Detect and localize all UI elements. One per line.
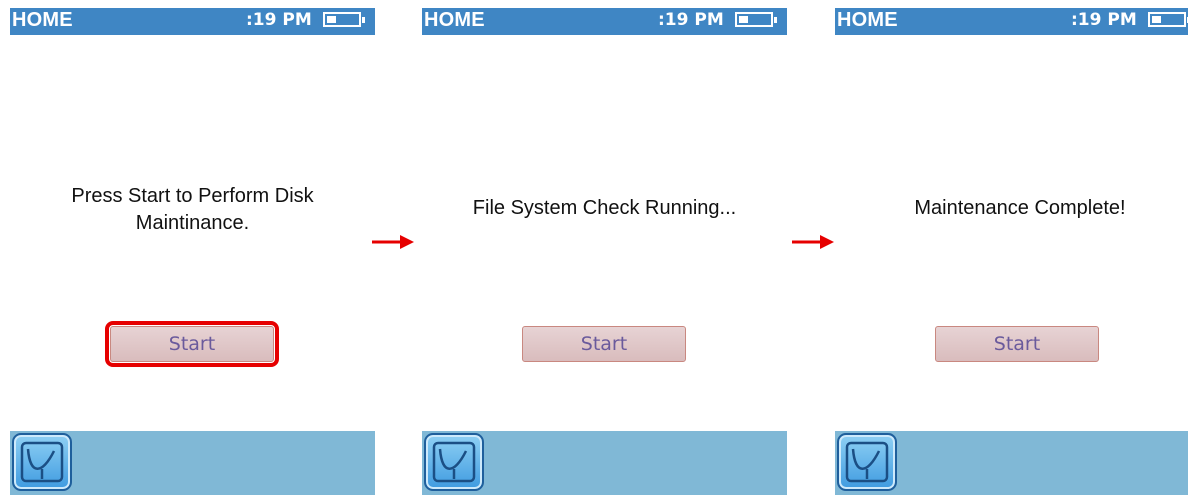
message-line-2: Maintinance.: [135, 212, 250, 234]
status-message: Maintenance Complete!: [914, 197, 1126, 219]
status-bar: HOME :19 PM: [835, 8, 1188, 35]
device-screen-2: HOME :19 PM File System Check Running...…: [422, 8, 787, 495]
app-launcher-icon[interactable]: [424, 433, 484, 491]
home-title: HOME: [12, 9, 73, 31]
device-screen-1: HOME :19 PM Press Start to Perform Disk …: [10, 8, 375, 495]
bottom-bar: [422, 431, 787, 495]
instruction-message: Press Start to Perform Disk Maintinance.: [12, 183, 373, 237]
bottom-bar: [835, 431, 1188, 495]
status-bar: HOME :19 PM: [10, 8, 375, 35]
battery-icon: [735, 12, 777, 27]
status-bar: HOME :19 PM: [422, 8, 787, 35]
device-screen-3: HOME :19 PM Maintenance Complete! Start: [835, 8, 1188, 495]
home-title: HOME: [837, 9, 898, 31]
app-launcher-icon[interactable]: [12, 433, 72, 491]
start-button[interactable]: Start: [935, 326, 1099, 362]
clock: :19 PM: [658, 10, 724, 30]
clock: :19 PM: [246, 10, 312, 30]
battery-icon: [323, 12, 365, 27]
start-button[interactable]: Start: [522, 326, 686, 362]
status-message: File System Check Running...: [472, 197, 737, 219]
home-title: HOME: [424, 9, 485, 31]
battery-icon: [1148, 12, 1188, 27]
bottom-bar: [10, 431, 375, 495]
clock: :19 PM: [1071, 10, 1137, 30]
message-line-1: Press Start to Perform Disk: [71, 185, 314, 207]
app-launcher-icon[interactable]: [837, 433, 897, 491]
start-button[interactable]: Start: [105, 321, 279, 367]
right-arrow-icon: [792, 235, 834, 249]
right-arrow-icon: [372, 235, 414, 249]
